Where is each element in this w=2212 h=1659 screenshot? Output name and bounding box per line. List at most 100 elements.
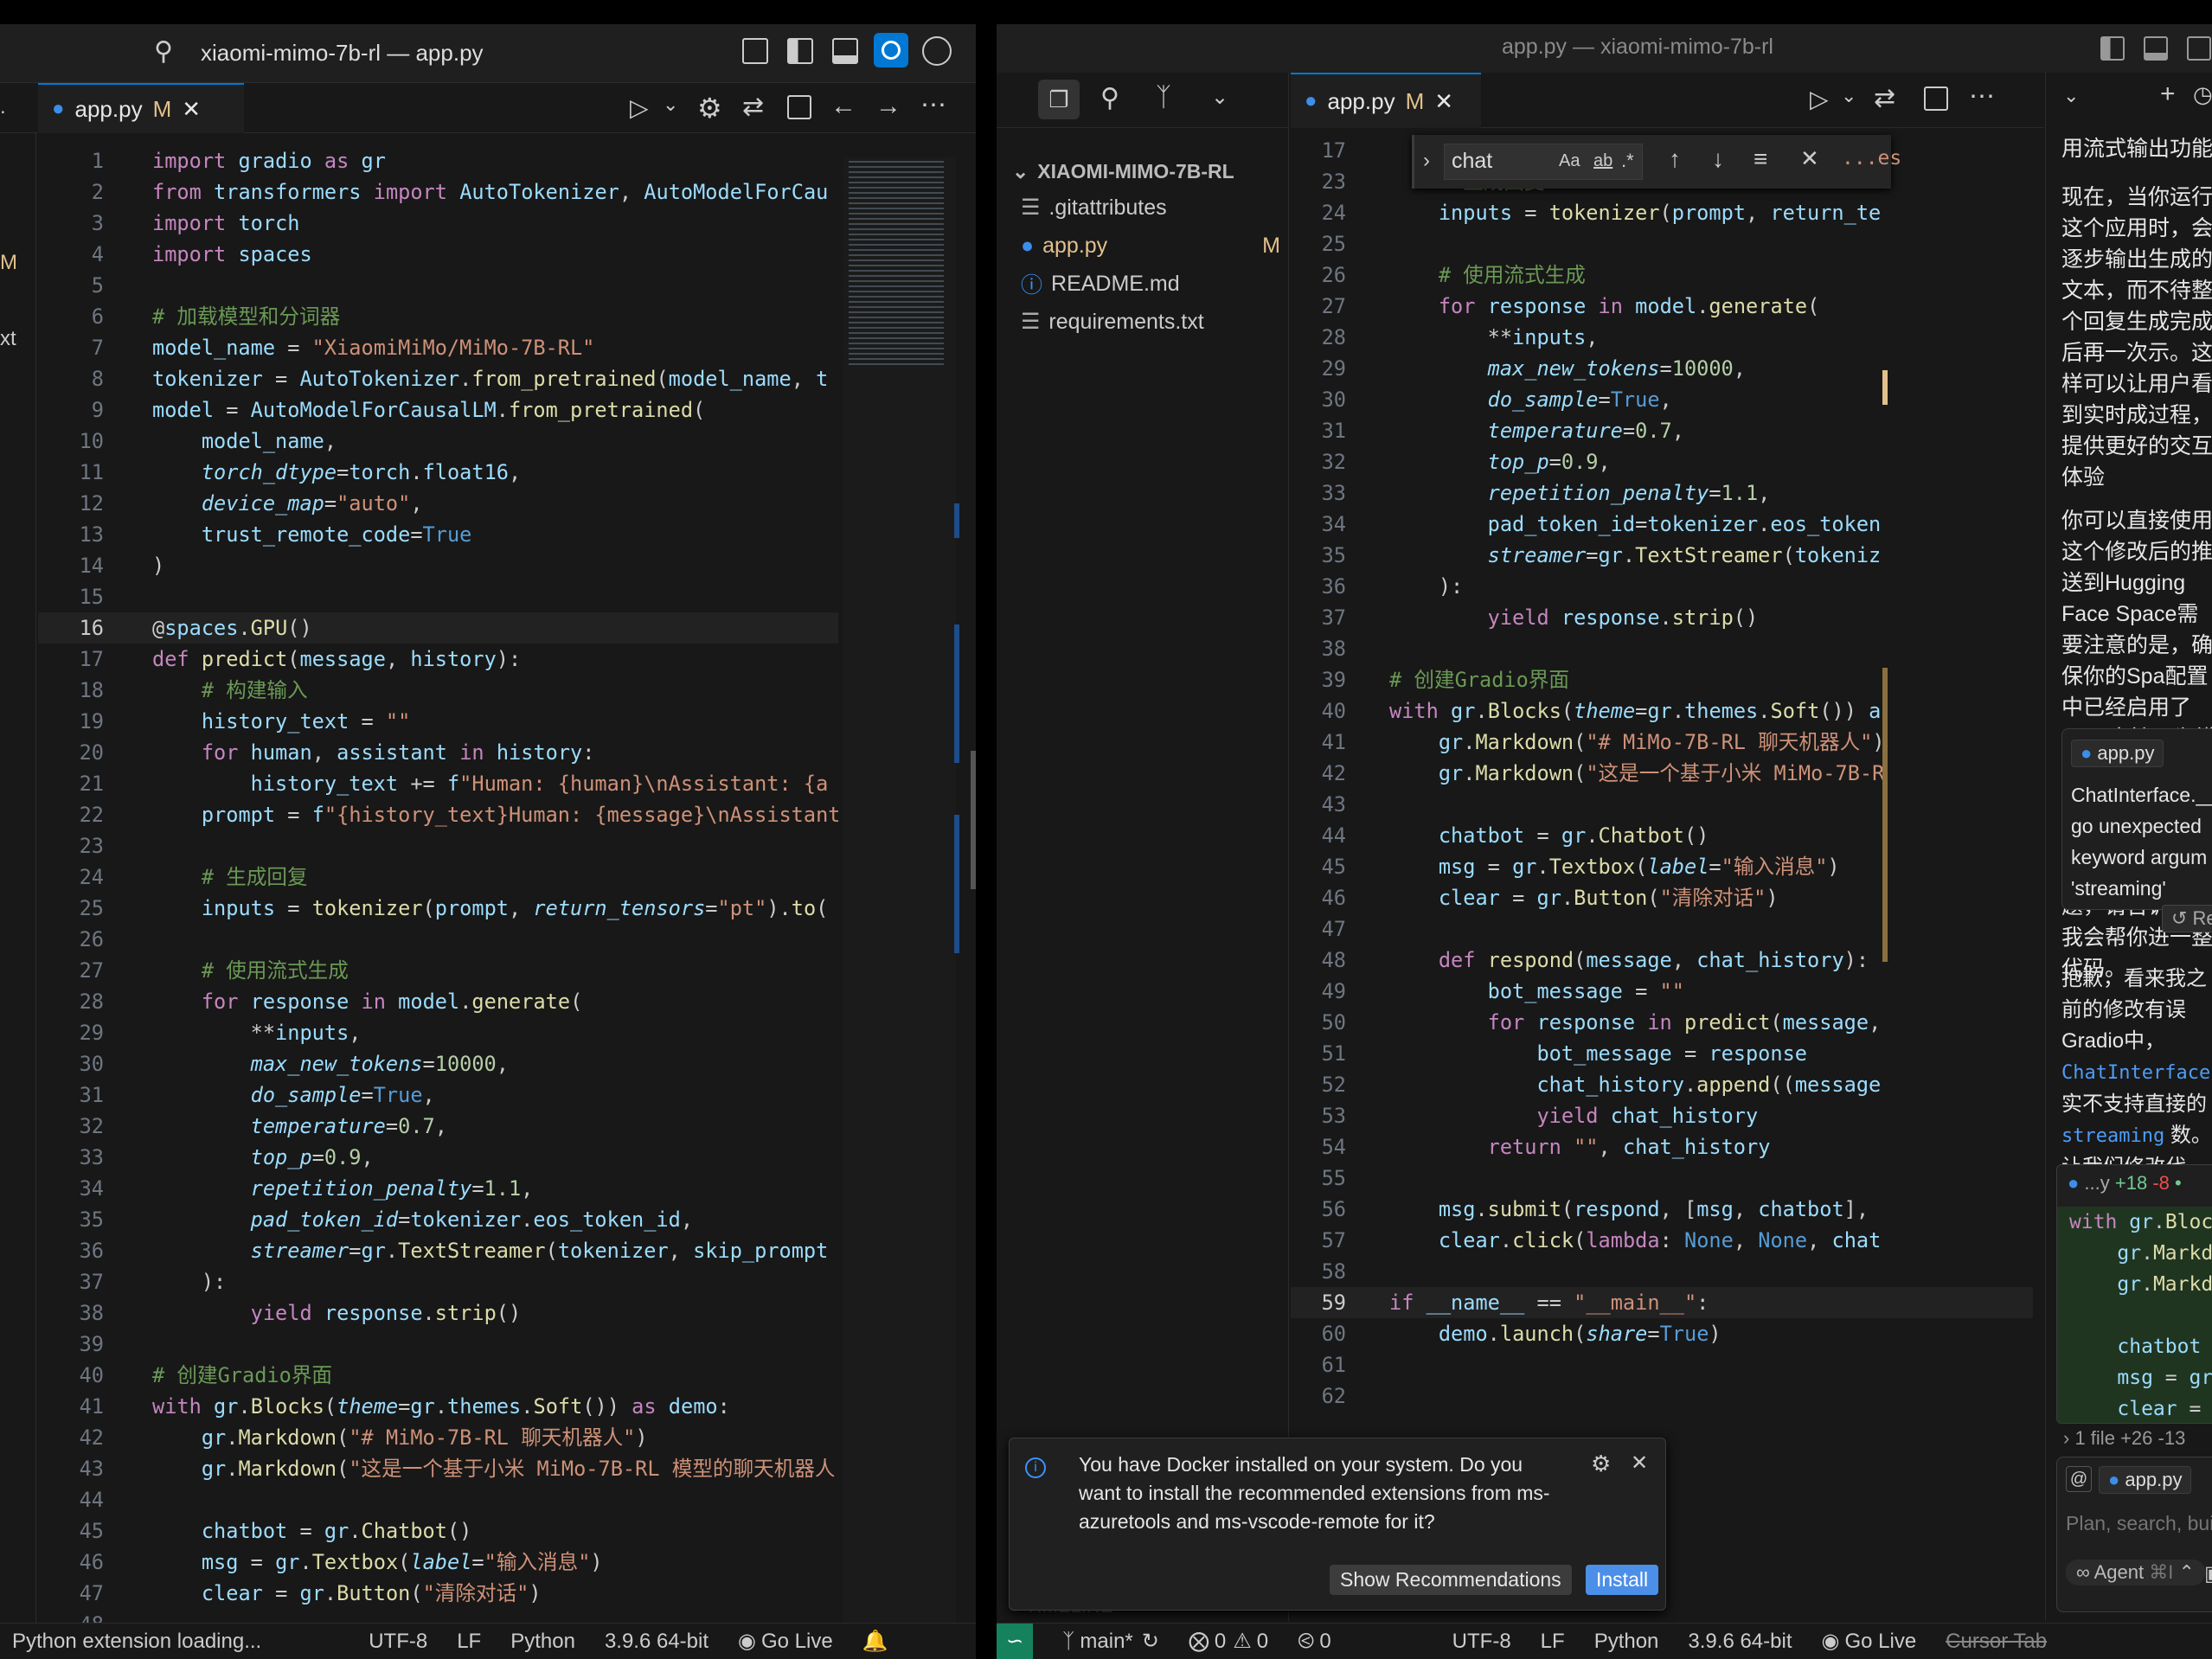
code-line[interactable]: 44 chatbot = gr.Chatbot() [1291,820,2033,851]
code-line[interactable]: 46 msg = gr.Textbox(label="输入消息") [38,1547,838,1578]
status-ports[interactable]: 0 [1319,1630,1330,1654]
explorer-file[interactable]: ⓘ README.md [1021,265,1280,303]
install-button[interactable]: Install [1586,1565,1659,1595]
split-editor-icon[interactable] [1924,86,1948,111]
status-encoding[interactable]: UTF-8 [369,1630,427,1654]
code-line[interactable]: 42 gr.Markdown("这是一个基于小米 MiMo-7B-R [1291,758,2033,789]
code-line[interactable]: 37 yield response.strip() [1291,602,2033,633]
search-icon[interactable]: ⚲ [1100,83,1119,113]
close-icon[interactable]: ✕ [1800,145,1819,172]
code-line[interactable]: 52 chat_history.append((message [1291,1069,2033,1100]
bell-icon[interactable]: 🔔 [862,1629,888,1654]
code-line[interactable]: 18 # 构建输入 [38,675,838,706]
code-line[interactable]: 34 pad_token_id=tokenizer.eos_token [1291,509,2033,540]
explorer-icon[interactable]: ❐ [1038,80,1080,119]
code-line[interactable]: 25 [1291,228,2033,259]
arrow-down-icon[interactable]: ↓ [1712,145,1724,173]
close-icon[interactable]: ✕ [1631,1451,1648,1476]
code-line[interactable]: 45 chatbot = gr.Chatbot() [38,1515,838,1547]
status-interpreter[interactable]: 3.9.6 64-bit [1688,1630,1792,1654]
toggle-primary-sidebar-icon[interactable] [2100,36,2125,61]
code-line[interactable]: 12 device_map="auto", [38,488,838,519]
regex-toggle[interactable]: .* [1621,150,1634,172]
arrow-left-icon[interactable]: ← [830,92,856,121]
code-line[interactable]: 48 def respond(message, chat_history): [1291,945,2033,976]
code-line[interactable]: 35 pad_token_id=tokenizer.eos_token_id, [38,1204,838,1235]
code-line[interactable]: 31 temperature=0.7, [1291,415,2033,446]
code-line[interactable]: 40 with gr.Blocks(theme=gr.themes.Soft())… [1291,695,2033,727]
code-line[interactable]: 35 streamer=gr.TextStreamer(tokeniz [1291,540,2033,571]
agent-mode-selector[interactable]: ∞ Agent ⌘I ⌃ [2066,1560,2205,1585]
code-line[interactable]: 26 # 使用流式生成 [1291,259,2033,291]
code-line[interactable]: 61 [1291,1349,2033,1380]
chevron-down-icon[interactable]: ⌄ [1211,85,1228,110]
code-line[interactable]: 26 [38,924,838,955]
right-code-editor[interactable]: 1723 # 生成回复24 inputs = tokenizer(prompt,… [1291,135,2033,1450]
code-line[interactable]: 47 [1291,913,2033,945]
status-go-live[interactable]: Go Live [1844,1630,1916,1654]
code-line[interactable]: 22 prompt = f"{history_text}Human: {mess… [38,799,838,830]
code-line[interactable]: 44 [38,1484,838,1515]
code-line[interactable]: 50 for response in predict(message, [1291,1007,2033,1038]
close-icon[interactable]: ✕ [182,96,201,123]
code-line[interactable]: 32 temperature=0.7, [38,1111,838,1142]
close-icon[interactable]: ✕ [1434,88,1453,115]
status-encoding[interactable]: UTF-8 [1452,1630,1511,1654]
code-line[interactable]: 42 gr.Markdown("# MiMo-7B-RL 聊天机器人") [38,1422,838,1453]
code-line[interactable]: 23 [38,830,838,862]
code-line[interactable]: 19 history_text = "" [38,706,838,737]
code-line[interactable]: 9 model = AutoModelForCausalLM.from_pretr… [38,394,838,426]
remote-icon[interactable]: ∽ [997,1623,1033,1659]
code-line[interactable]: 14) [38,550,838,581]
code-line[interactable]: 21 history_text += f"Human: {human}\nAss… [38,768,838,799]
find-input[interactable] [1445,144,1557,177]
code-line[interactable]: 1 import gradio as gr [38,145,838,176]
toggle-secondary-sidebar-icon[interactable] [2187,36,2211,61]
status-warnings[interactable]: 0 [1257,1630,1268,1654]
restore-checkpoint-button[interactable]: ↺ Restore checkp [2162,905,2212,932]
status-errors[interactable]: 0 [1215,1630,1226,1654]
code-line[interactable]: 40 # 创建Gradio界面 [38,1360,838,1391]
code-line[interactable]: 51 bot_message = response [1291,1038,2033,1069]
user-error-message[interactable]: ● app.py ChatInterface.__init__() go une… [2061,728,2212,910]
code-line[interactable]: 24 inputs = tokenizer(prompt, return_te [1291,197,2033,228]
code-line[interactable]: 8 tokenizer = AutoTokenizer.from_pretrain… [38,363,838,394]
code-line[interactable]: 3 import torch [38,208,838,239]
image-icon[interactable]: ▣ [2204,1561,2212,1586]
code-line[interactable]: 54 return "", chat_history [1291,1131,2033,1163]
code-line[interactable]: 33 repetition_penalty=1.1, [1291,477,2033,509]
gear-icon[interactable]: ⚙ [1591,1451,1611,1477]
chevron-down-icon[interactable]: ⌄ [1841,85,1856,107]
chevron-right-icon[interactable]: › [1423,149,1430,173]
code-line[interactable]: 29 **inputs, [38,1017,838,1048]
history-icon[interactable]: ◷ [2193,81,2212,108]
code-line[interactable]: 6 # 加载模型和分词器 [38,301,838,332]
status-language[interactable]: Python [510,1630,575,1654]
files-changed-summary[interactable]: › 1 file +26 -13 [2063,1427,2185,1450]
code-line[interactable]: 7 model_name = "XiaomiMiMo/MiMo-7B-RL" [38,332,838,363]
explorer-file[interactable]: ☰ requirements.txt [1021,303,1280,341]
code-line[interactable]: 16 @spaces.GPU() [38,612,838,644]
code-line[interactable]: 25 inputs = tokenizer(prompt, return_ten… [38,893,838,924]
copilot-icon[interactable] [874,33,908,67]
code-line[interactable]: 11 torch_dtype=torch.float16, [38,457,838,488]
status-eol[interactable]: LF [457,1630,481,1654]
code-line[interactable]: 39 # 创建Gradio界面 [1291,664,2033,695]
code-line[interactable]: 45 msg = gr.Textbox(label="输入消息") [1291,851,2033,882]
mention-button[interactable]: @ [2066,1466,2092,1492]
source-control-icon[interactable]: ᛉ [1156,83,1171,112]
code-line[interactable]: 59 if __name__ == "__main__": [1291,1287,2033,1318]
run-icon[interactable]: ▷ [1810,85,1829,113]
code-line[interactable]: 10 model_name, [38,426,838,457]
code-line[interactable]: 30 do_sample=True, [1291,384,2033,415]
code-line[interactable]: 55 [1291,1163,2033,1194]
compare-changes-icon[interactable]: ⇄ [1874,83,1895,113]
code-line[interactable]: 37 ): [38,1266,838,1297]
code-line[interactable]: 24 # 生成回复 [38,862,838,893]
sync-icon[interactable]: ↻ [1142,1629,1159,1654]
left-code-editor[interactable]: 1 import gradio as gr 2 from transformers i… [38,145,838,1623]
code-line[interactable]: 46 clear = gr.Button("清除对话") [1291,882,2033,913]
layout-icon[interactable] [742,38,768,64]
code-line[interactable]: 49 bot_message = "" [1291,976,2033,1007]
code-line[interactable]: 27 for response in model.generate( [1291,291,2033,322]
